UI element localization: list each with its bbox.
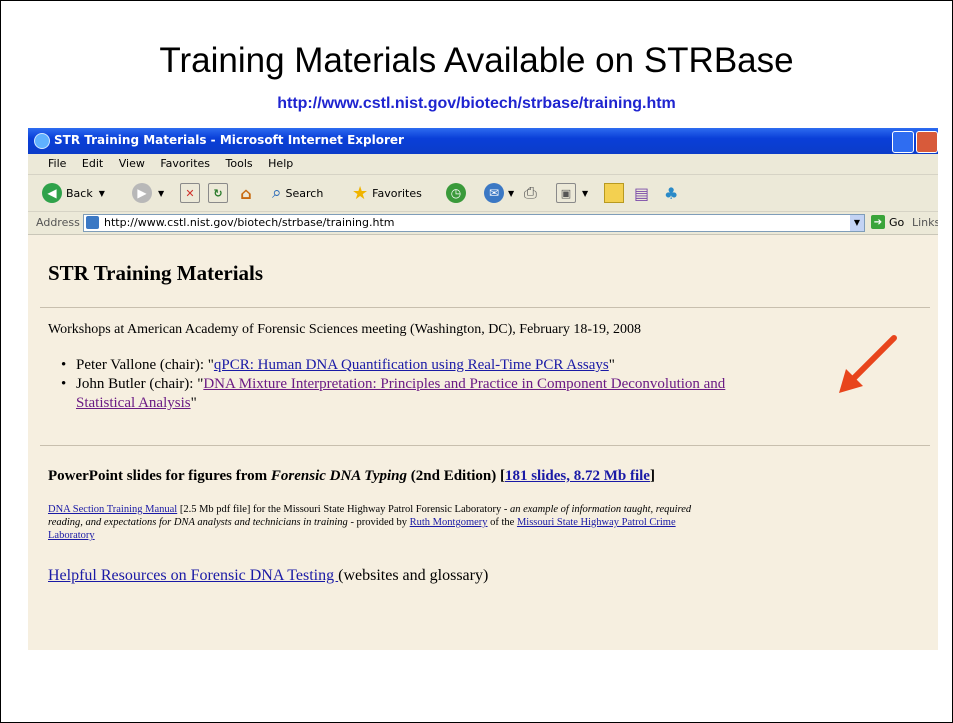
callout-arrow-icon <box>839 335 897 393</box>
slide: Training Materials Available on STRBase … <box>0 0 953 723</box>
